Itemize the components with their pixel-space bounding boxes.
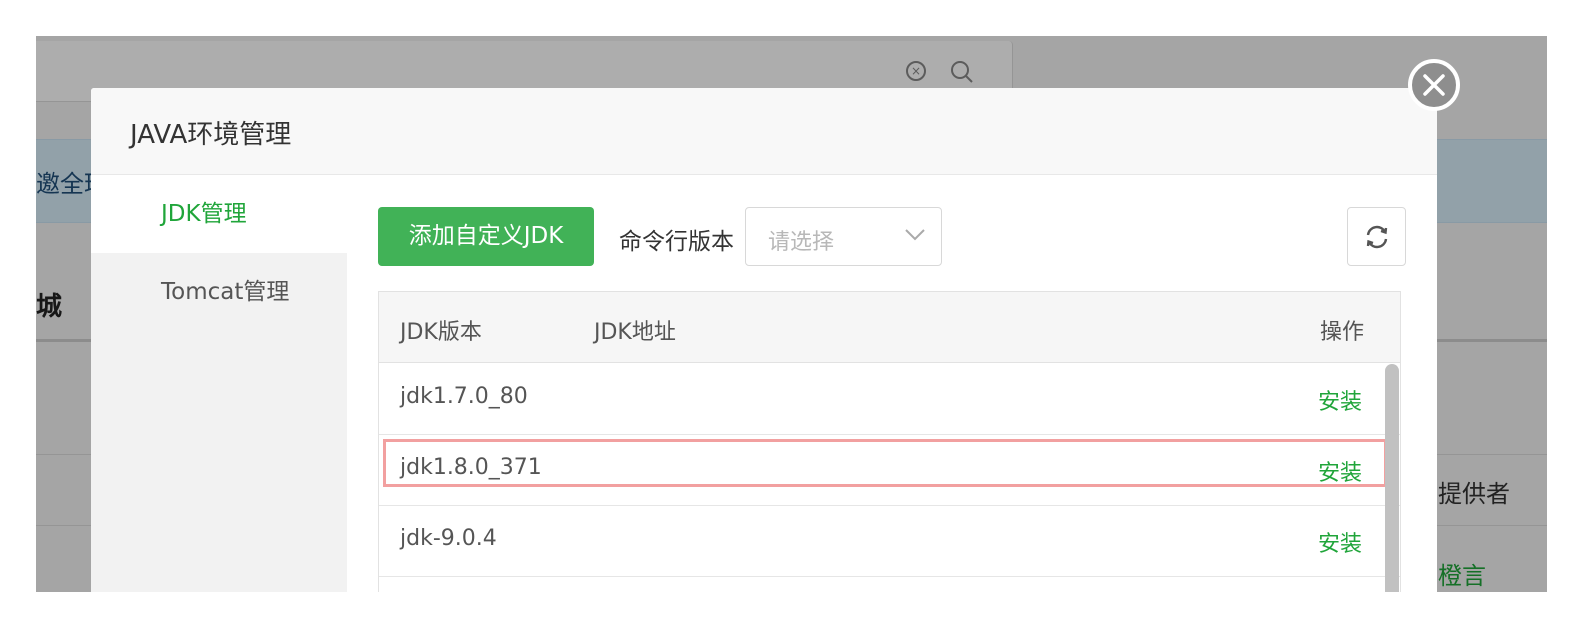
sidebar-item-tomcat[interactable]: Tomcat管理 [91, 253, 347, 331]
refresh-icon [1366, 225, 1387, 248]
cmd-version-select[interactable]: 请选择 [745, 207, 942, 266]
screen: × 邀全球 城 提供者 橙言 JAVA环境管理 JDK管理 Tomcat管理 添… [36, 36, 1547, 592]
add-custom-jdk-button[interactable]: 添加自定义JDK [378, 207, 594, 266]
chevron-down-icon [905, 229, 925, 241]
sidebar: JDK管理 Tomcat管理 [91, 175, 347, 592]
dialog-title: JAVA环境管理 [130, 120, 292, 150]
dialog-close-button[interactable] [1408, 59, 1460, 111]
table-header: JDK版本 JDK地址 操作 [379, 292, 1400, 363]
table-row: jdk1.8.0_371 安装 [379, 434, 1400, 506]
table-row: jdk1.7.0_80 安装 [379, 363, 1400, 435]
header-jdk-version: JDK版本 [400, 320, 482, 345]
scrollbar[interactable] [1382, 362, 1400, 592]
cmd-version-label: 命令行版本 [619, 229, 734, 255]
header-action: 操作 [1320, 320, 1365, 345]
scrollbar-thumb[interactable] [1385, 364, 1399, 592]
jdk-version-cell: jdk1.7.0_80 [400, 384, 528, 409]
select-placeholder: 请选择 [768, 230, 835, 255]
install-link[interactable]: 安装 [1318, 384, 1362, 416]
dialog-header: JAVA环境管理 [91, 88, 1437, 175]
jdk-table: JDK版本 JDK地址 操作 jdk1.7.0_80 安装 jdk1.8.0_3… [378, 291, 1401, 592]
sidebar-item-jdk[interactable]: JDK管理 [91, 175, 347, 253]
jdk-version-cell: jdk1.8.0_371 [400, 455, 542, 480]
java-env-dialog: JAVA环境管理 JDK管理 Tomcat管理 添加自定义JDK 命令行版本 请… [91, 88, 1437, 592]
table-row: jdk-9.0.4 安装 [379, 505, 1400, 577]
install-link[interactable]: 安装 [1318, 526, 1362, 558]
install-link[interactable]: 安装 [1318, 455, 1362, 487]
close-icon [1423, 74, 1445, 96]
refresh-button[interactable] [1347, 207, 1406, 266]
header-jdk-path: JDK地址 [594, 320, 676, 345]
jdk-version-cell: jdk-9.0.4 [400, 526, 497, 551]
table-row [379, 576, 1400, 592]
